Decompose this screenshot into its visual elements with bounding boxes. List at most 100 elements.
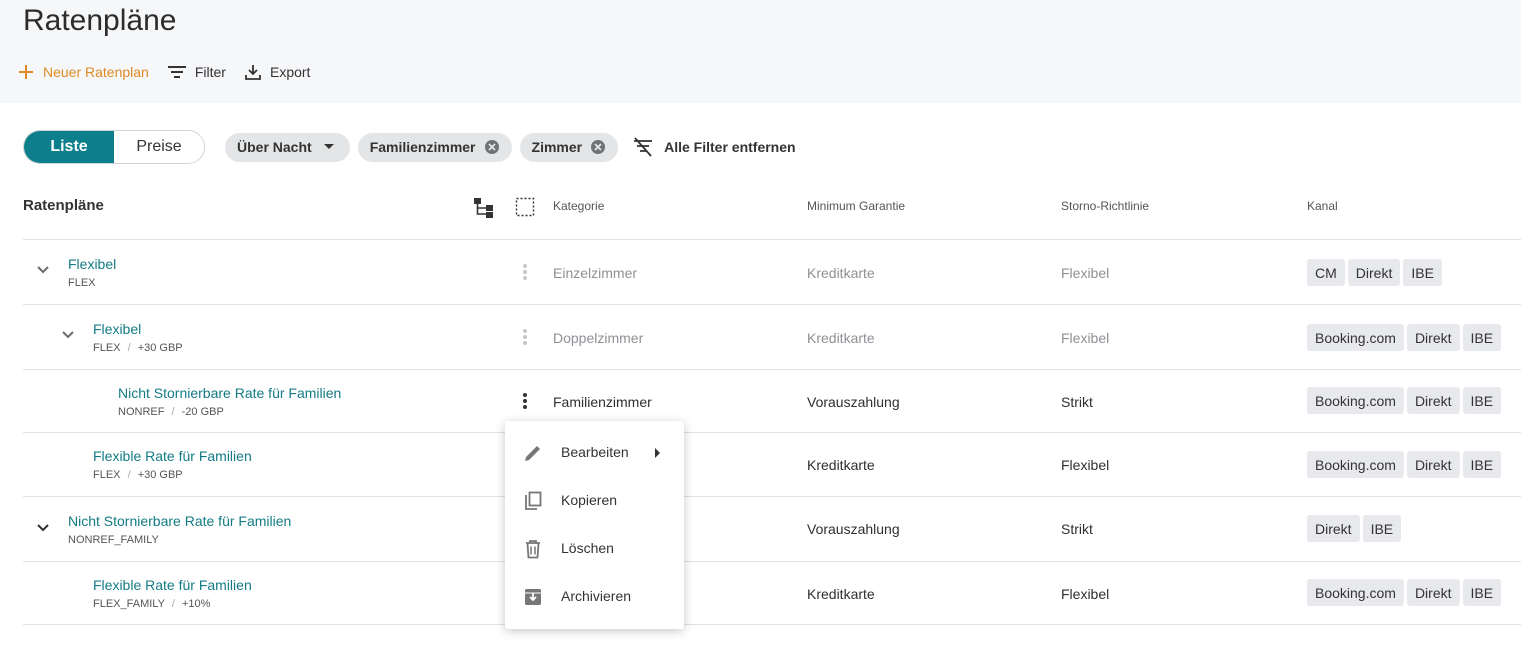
chevron-down-icon[interactable] — [36, 265, 50, 275]
stay-type-dropdown[interactable]: Über Nacht — [225, 133, 350, 162]
clear-all-filters-button[interactable]: Alle Filter entfernen — [632, 137, 795, 157]
rate-plan-name[interactable]: Flexibel — [93, 321, 141, 337]
policy-cell: Strikt — [1061, 521, 1093, 537]
rate-plan-name[interactable]: Nicht Stornierbare Rate für Familien — [118, 385, 341, 401]
guarantee-cell: Kreditkarte — [807, 457, 875, 473]
menu-item-label: Bearbeiten — [561, 444, 629, 460]
remove-chip-icon[interactable] — [484, 139, 500, 155]
rate-plan-code: FLEX_FAMILY / +10% — [93, 598, 210, 610]
trash-icon — [522, 538, 544, 560]
channel-badge: IBE — [1363, 515, 1402, 542]
column-header-cancellation: Storno-Richtlinie — [1061, 199, 1149, 213]
menu-item-edit[interactable]: Bearbeiten — [505, 428, 684, 476]
caret-down-icon — [320, 142, 338, 152]
table-bottom-divider — [23, 624, 1521, 625]
filter-bar: Liste Preise Über Nacht Familienzimmer Z… — [23, 130, 796, 164]
rate-plan-code: NONREF_FAMILY — [68, 534, 159, 546]
table-row: Nicht Stornierbare Rate für Familien NON… — [23, 496, 1521, 561]
filter-chip-label: Familienzimmer — [370, 139, 476, 155]
table-row: Flexibel FLEX / +30 GBP Doppelzimmer Kre… — [23, 304, 1521, 369]
rate-plan-code: NONREF / -20 GBP — [118, 406, 224, 418]
table-row: Flexibel FLEX Einzelzimmer Kreditkarte F… — [23, 239, 1521, 304]
chevron-down-icon[interactable] — [36, 523, 50, 533]
channel-badge: Booking.com — [1307, 579, 1404, 606]
menu-item-delete[interactable]: Löschen — [505, 524, 684, 572]
category-cell: Familienzimmer — [553, 394, 652, 410]
table-row: Flexible Rate für Familien FLEX / +30 GB… — [23, 432, 1521, 496]
filter-chip-familienzimmer[interactable]: Familienzimmer — [358, 133, 512, 162]
rate-plan-code: FLEX / +30 GBP — [93, 469, 183, 481]
row-menu-button[interactable] — [520, 327, 530, 347]
channel-badge: IBE — [1463, 451, 1502, 478]
view-toggle-list[interactable]: Liste — [24, 131, 114, 163]
export-label: Export — [270, 64, 310, 80]
column-header-channel: Kanal — [1307, 199, 1338, 213]
remove-chip-icon[interactable] — [590, 139, 606, 155]
policy-cell: Flexibel — [1061, 265, 1109, 281]
guarantee-cell: Vorauszahlung — [807, 521, 900, 537]
menu-item-copy[interactable]: Kopieren — [505, 476, 684, 524]
channel-badges: Booking.com Direkt IBE — [1307, 324, 1504, 351]
channel-badge: CM — [1307, 259, 1345, 286]
channel-badge: Booking.com — [1307, 324, 1404, 351]
filter-button[interactable]: Filter — [167, 64, 226, 80]
plus-icon — [17, 63, 35, 81]
menu-item-label: Löschen — [561, 540, 614, 556]
rate-plan-code: FLEX / +30 GBP — [93, 342, 183, 354]
export-button[interactable]: Export — [244, 63, 310, 81]
channel-badge: Direkt — [1307, 515, 1360, 542]
rate-plan-name[interactable]: Flexibel — [68, 256, 116, 272]
stay-type-label: Über Nacht — [237, 139, 312, 155]
chevron-down-icon[interactable] — [61, 330, 75, 340]
channel-badge: Direkt — [1407, 451, 1460, 478]
filter-chip-label: Zimmer — [532, 139, 583, 155]
row-context-menu: Bearbeiten Kopieren Löschen Archivieren — [505, 421, 684, 629]
menu-item-label: Archivieren — [561, 588, 631, 604]
filter-chip-zimmer[interactable]: Zimmer — [520, 133, 619, 162]
channel-badge: IBE — [1463, 579, 1502, 606]
rate-plan-name[interactable]: Flexible Rate für Familien — [93, 577, 252, 593]
guarantee-cell: Kreditkarte — [807, 586, 875, 602]
table-row: Flexible Rate für Familien FLEX_FAMILY /… — [23, 561, 1521, 624]
channel-badges: Booking.com Direkt IBE — [1307, 451, 1504, 478]
hierarchy-icon[interactable] — [473, 197, 495, 224]
filter-label: Filter — [195, 64, 226, 80]
guarantee-cell: Kreditkarte — [807, 330, 875, 346]
select-all-icon[interactable] — [515, 197, 535, 222]
guarantee-cell: Kreditkarte — [807, 265, 875, 281]
category-cell: Doppelzimmer — [553, 330, 643, 346]
toolbar: Neuer Ratenplan Filter Export — [17, 60, 328, 84]
table-row: Nicht Stornierbare Rate für Familien NON… — [23, 369, 1521, 432]
policy-cell: Flexibel — [1061, 457, 1109, 473]
channel-badges: CM Direkt IBE — [1307, 259, 1445, 286]
menu-item-label: Kopieren — [561, 492, 617, 508]
row-menu-button[interactable] — [520, 262, 530, 282]
filter-off-icon — [632, 137, 654, 157]
filter-lines-icon — [167, 64, 187, 80]
caret-right-icon — [653, 447, 661, 459]
policy-cell: Flexibel — [1061, 586, 1109, 602]
menu-item-archive[interactable]: Archivieren — [505, 572, 684, 620]
channel-badges: Direkt IBE — [1307, 515, 1404, 542]
guarantee-cell: Vorauszahlung — [807, 394, 900, 410]
page-header: Ratenpläne Neuer Ratenplan Filter Export — [0, 0, 1521, 103]
rate-plan-name[interactable]: Flexible Rate für Familien — [93, 448, 252, 464]
row-menu-button[interactable] — [520, 391, 530, 411]
channel-badge: IBE — [1403, 259, 1442, 286]
archive-icon — [522, 586, 544, 608]
column-header-rate-plans: Ratenpläne — [23, 197, 104, 214]
new-rate-plan-button[interactable]: Neuer Ratenplan — [17, 63, 149, 81]
channel-badge: Direkt — [1348, 259, 1401, 286]
channel-badge: Booking.com — [1307, 387, 1404, 414]
page-title: Ratenpläne — [23, 4, 176, 38]
view-toggle: Liste Preise — [23, 130, 205, 164]
clear-filters-label: Alle Filter entfernen — [664, 139, 795, 155]
view-toggle-prices[interactable]: Preise — [114, 131, 204, 163]
channel-badge: Direkt — [1407, 324, 1460, 351]
category-cell: Einzelzimmer — [553, 265, 637, 281]
channel-badges: Booking.com Direkt IBE — [1307, 387, 1504, 414]
copy-icon — [522, 490, 544, 512]
policy-cell: Strikt — [1061, 394, 1093, 410]
rate-plan-name[interactable]: Nicht Stornierbare Rate für Familien — [68, 513, 291, 529]
policy-cell: Flexibel — [1061, 330, 1109, 346]
